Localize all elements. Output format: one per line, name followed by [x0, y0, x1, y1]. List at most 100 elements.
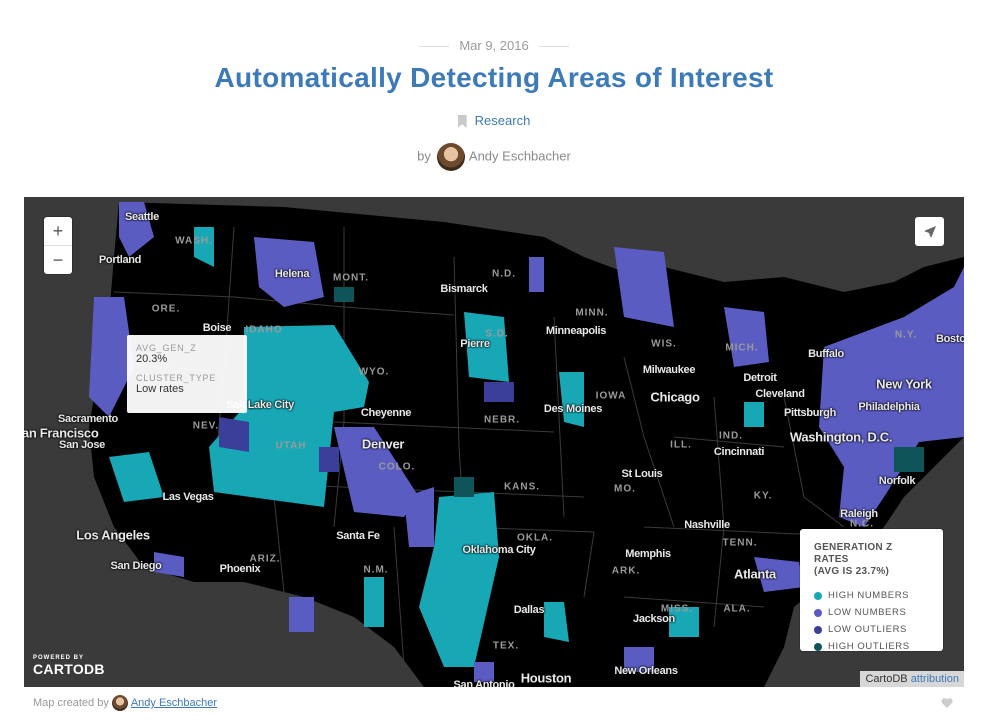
legend-title-line2: (AVG IS 23.7%) [814, 566, 890, 577]
author-name[interactable]: Andy Eschbacher [469, 148, 571, 163]
state-label: COLO. [378, 461, 416, 473]
city-label: St Louis [621, 468, 663, 480]
city-label: Des Moines [543, 403, 603, 415]
legend-item: HIGH OUTLIERS [814, 638, 929, 655]
city-label: Cleveland [755, 388, 805, 400]
by-label: by [417, 148, 431, 164]
attribution-link[interactable]: attribution [911, 673, 959, 685]
city-label: Raleigh [840, 508, 878, 520]
city-label: Seattle [125, 211, 159, 223]
date-rule-right [538, 46, 569, 48]
date-text: Mar 9, 2016 [459, 38, 529, 53]
state-label: IDAHO [245, 324, 283, 336]
state-label: N.C. [850, 518, 874, 530]
legend-items: HIGH NUMBERS LOW NUMBERS LOW OUTLIERS HIGH … [814, 587, 929, 655]
zoom-control: + − [44, 217, 72, 274]
legend-item: LOW NUMBERS [814, 604, 929, 621]
city-label: Atlanta [734, 566, 776, 582]
bookmark-icon [457, 115, 467, 128]
state-label: KY. [753, 490, 773, 502]
zoom-out-button[interactable]: − [44, 245, 72, 274]
state-label: WASH. [175, 235, 213, 247]
city-label: Santa Fe [336, 530, 380, 542]
legend-swatch [814, 591, 822, 600]
info-key-2: CLUSTER_TYPE [136, 373, 217, 383]
post-title: Automatically Detecting Areas of Interes… [214, 62, 774, 93]
state-label: MO. [614, 483, 636, 495]
legend-label: LOW OUTLIERS [828, 624, 907, 635]
city-label: Phoenix [219, 563, 261, 575]
state-label: ILL. [670, 439, 692, 451]
info-value-2: Low rates [136, 383, 184, 395]
legend-title: GENERATION Z RATES (AVG IS 23.7%) [814, 542, 929, 578]
footer-avatar [111, 695, 128, 711]
byline: by Andy Eschbacher [0, 143, 988, 171]
state-label: TENN. [722, 537, 758, 549]
state-label: ARK. [611, 565, 641, 577]
cartodb-wordmark: CARTODB [33, 661, 105, 677]
state-label: ORE. [151, 303, 181, 315]
state-label: IND. [719, 430, 743, 442]
legend-item: HIGH NUMBERS [814, 587, 929, 604]
city-label: Milwaukee [642, 364, 696, 376]
city-label: New York [876, 376, 932, 392]
city-label: Cheyenne [360, 407, 412, 419]
state-label: MONT. [332, 272, 370, 284]
city-label: Oklahoma City [462, 544, 536, 556]
cartodb-logo[interactable]: POWERED BY CARTODB [33, 655, 105, 677]
legend-label: HIGH NUMBERS [828, 590, 910, 601]
city-label: Las Vegas [162, 491, 214, 503]
city-label: Cincinnati [713, 446, 765, 458]
share-button[interactable] [915, 217, 944, 246]
date-rule-left [419, 46, 450, 48]
info-window: AVG_GEN_Z 20.3% CLUSTER_TYPE Low rates [127, 335, 247, 413]
author-avatar [436, 143, 465, 171]
footer-author-link[interactable]: Andy Eschbacher [131, 697, 217, 709]
state-label: KANS. [503, 481, 541, 493]
legend-swatch [814, 642, 822, 651]
post-date: Mar 9, 2016 [0, 38, 988, 53]
city-label: Philadelphia [858, 401, 920, 413]
city-label: Detroit [743, 372, 777, 384]
attribution: CartoDB attribution [860, 671, 964, 687]
city-label: Sacramento [58, 413, 118, 425]
state-label: UTAH [275, 440, 307, 452]
city-label: Boise [202, 322, 232, 334]
zoom-in-button[interactable]: + [44, 217, 72, 245]
footer-text: Map created by [33, 696, 109, 709]
city-label: Chicago [650, 389, 700, 405]
city-label: Boston [935, 333, 964, 345]
state-label: MICH. [725, 342, 759, 354]
city-label: Minneapolis [545, 325, 607, 337]
map-footer: Map created by Andy Eschbacher [33, 695, 217, 711]
state-label: N.M. [363, 564, 389, 576]
city-label: Houston [520, 670, 572, 686]
city-label: San Antonio [453, 679, 515, 687]
state-label: N.D. [492, 268, 516, 280]
city-label: Helena [274, 268, 310, 280]
city-label: Memphis [625, 548, 671, 560]
city-label: Bismarck [440, 283, 488, 295]
state-label: IOWA [595, 390, 627, 402]
state-label: WIS. [651, 338, 677, 350]
paper-plane-icon [923, 225, 936, 238]
legend-label: HIGH OUTLIERS [828, 641, 910, 652]
post-category[interactable]: Research [0, 113, 988, 128]
info-key-1: AVG_GEN_Z [136, 343, 197, 353]
city-label: Dallas [513, 604, 545, 616]
state-label: N.Y. [894, 329, 918, 341]
map[interactable]: WASH. MONT. N.D. MINN. ORE. IDAHO S.D. WIS. MICH… [24, 197, 964, 687]
legend-swatch [814, 625, 822, 634]
legend-swatch [814, 608, 822, 617]
city-label: Pierre [460, 338, 490, 350]
attribution-text: CartoDB [865, 673, 908, 685]
state-label: MINN. [575, 307, 609, 319]
city-label: Washington, D.C. [789, 429, 893, 445]
state-label: OKLA. [516, 532, 554, 544]
category-link[interactable]: Research [475, 113, 531, 128]
heart-icon[interactable] [941, 697, 953, 709]
city-label: New Orleans [614, 665, 678, 677]
state-label: TEX. [492, 640, 520, 652]
map-legend: GENERATION Z RATES (AVG IS 23.7%) HIGH N… [800, 529, 943, 652]
legend-label: LOW NUMBERS [828, 607, 907, 618]
